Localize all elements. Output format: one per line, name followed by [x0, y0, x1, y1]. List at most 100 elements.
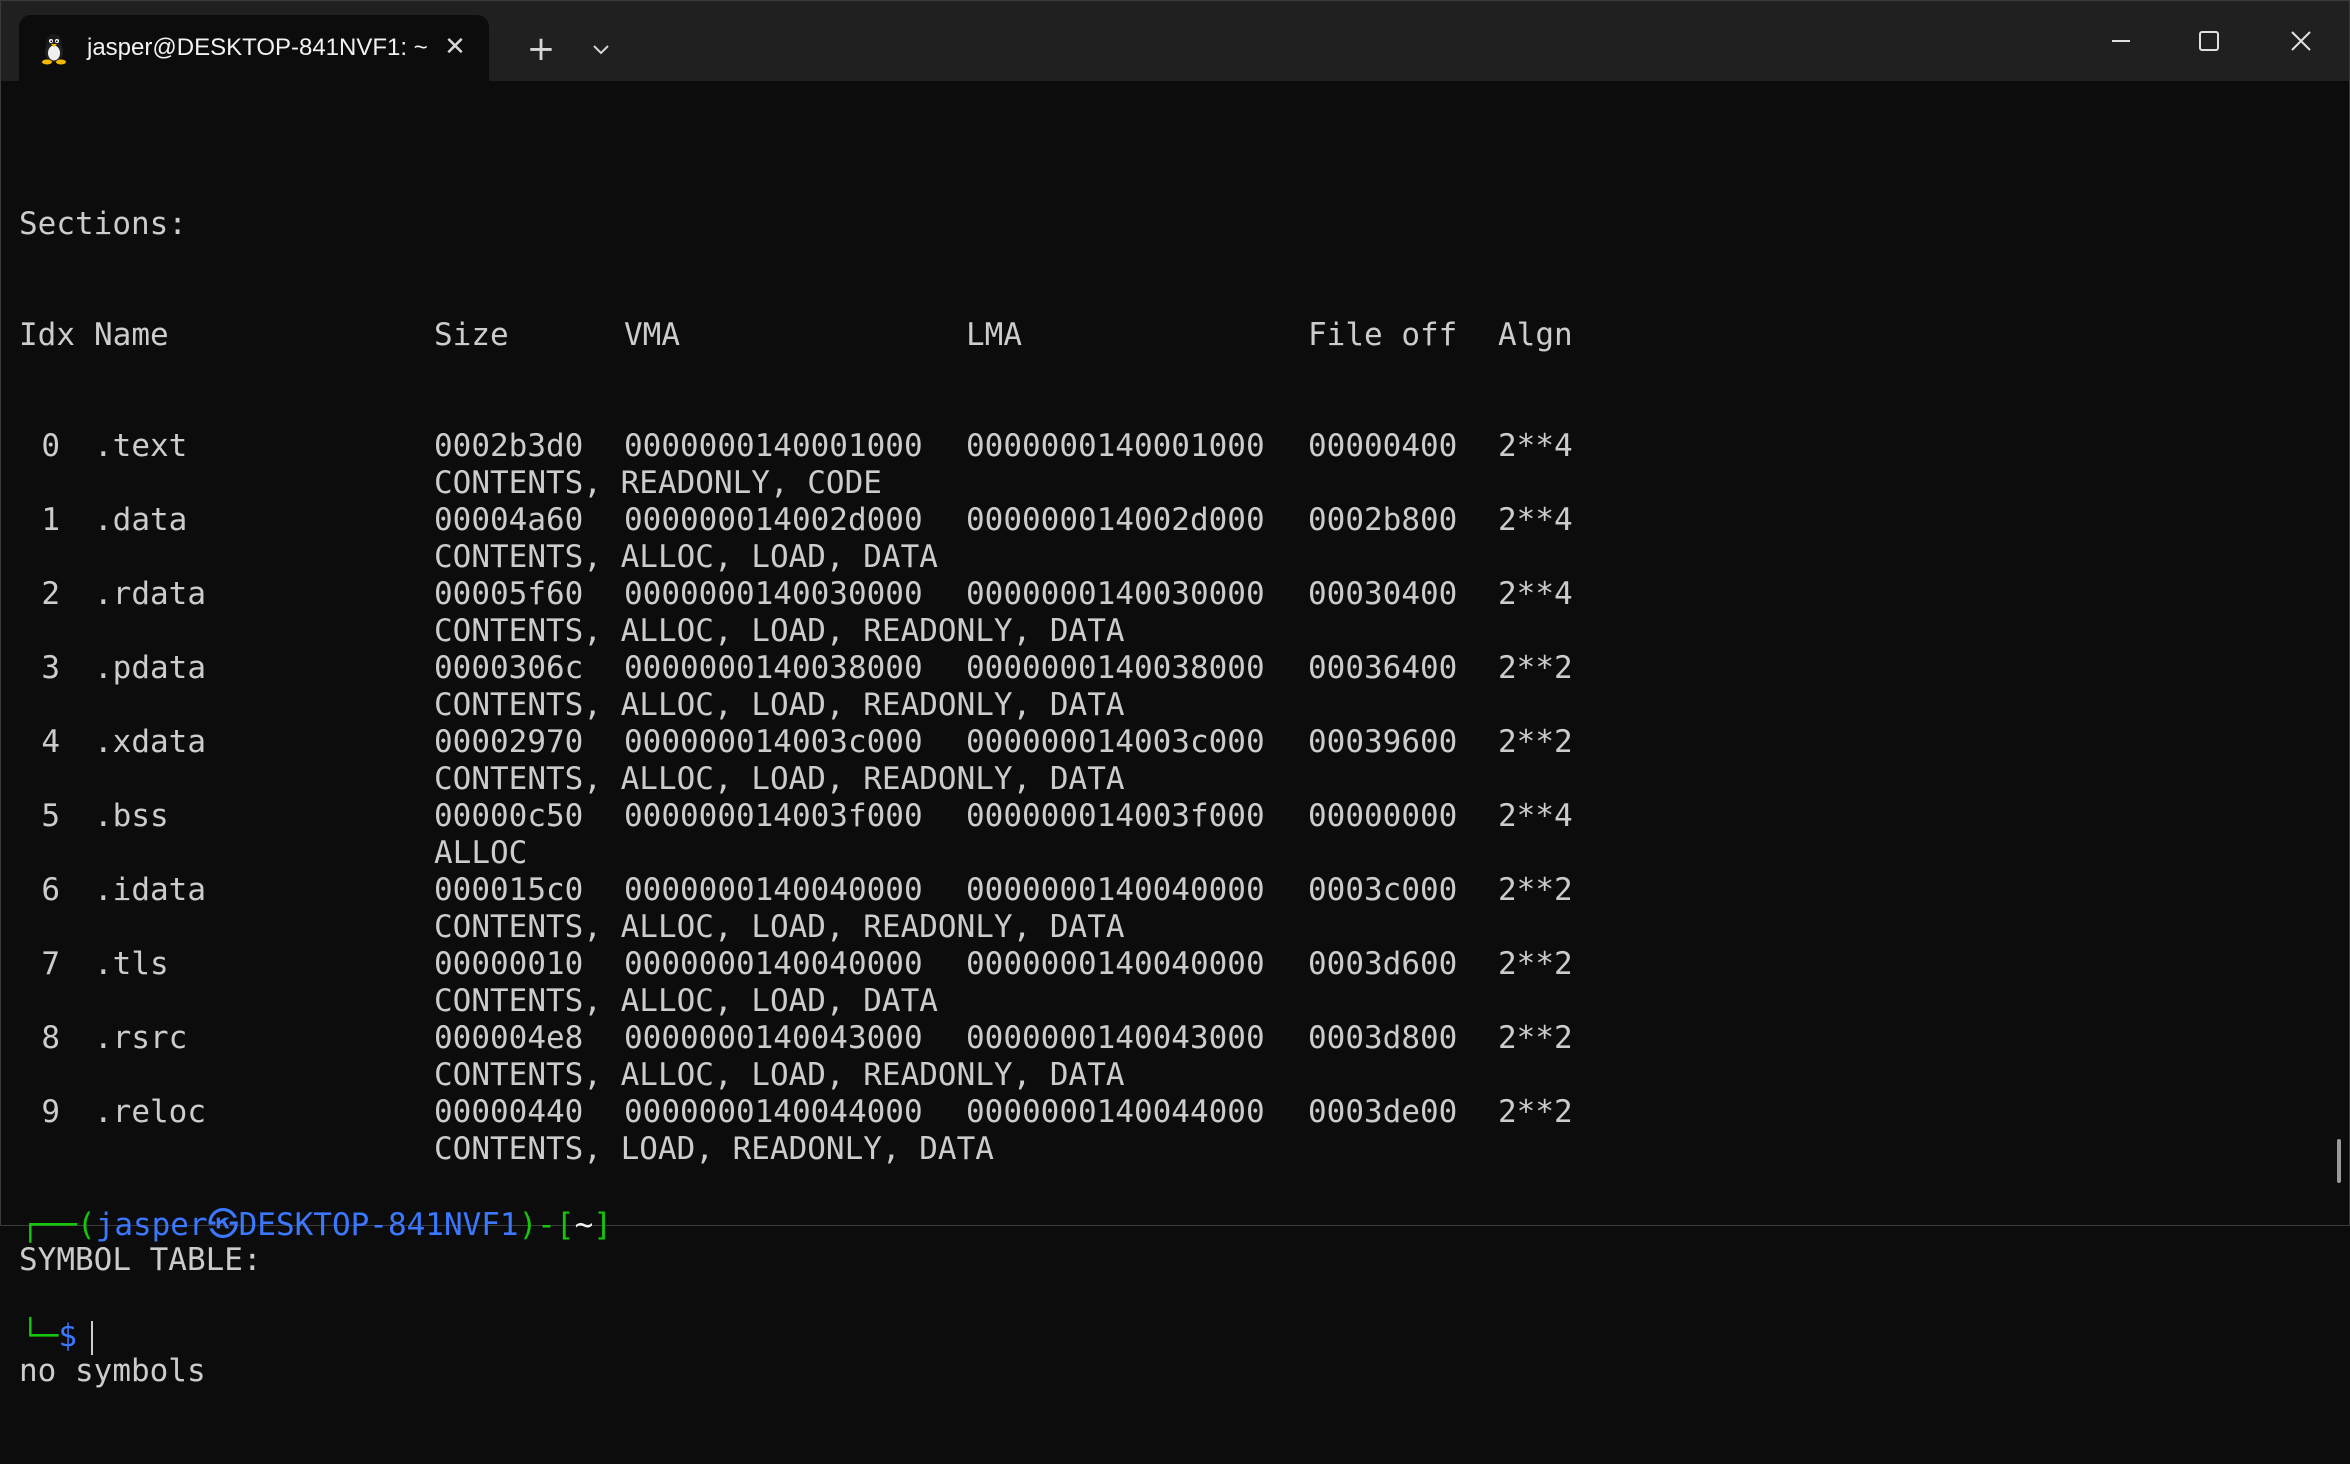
- section-vma: 0000000140038000: [624, 650, 923, 686]
- section-idx: 5: [41, 798, 60, 834]
- prompt-corner-bottom: └─: [21, 1318, 59, 1354]
- title-bar[interactable]: jasper@DESKTOP-841NVF1: ~ ✕ +: [1, 1, 2349, 81]
- new-tab-button[interactable]: +: [519, 27, 563, 71]
- section-size: 000015c0: [434, 872, 584, 908]
- section-row: 4 .xdata 00002970 000000014003c000 000000014…: [19, 724, 2309, 761]
- section-name: .pdata: [94, 650, 206, 686]
- section-idx: 4: [41, 724, 60, 760]
- column-lma: LMA: [966, 317, 1022, 353]
- section-flags-row: CONTENTS, ALLOC, LOAD, READONLY, DATA: [19, 761, 2309, 798]
- section-flags-row: CONTENTS, ALLOC, LOAD, DATA: [19, 539, 2309, 576]
- tab-title: jasper@DESKTOP-841NVF1: ~: [87, 34, 428, 61]
- section-flags-row: CONTENTS, READONLY, CODE: [19, 465, 2309, 502]
- section-row: 1 .data 00004a60 000000014002d000 0000000140…: [19, 502, 2309, 539]
- section-size: 00000010: [434, 946, 584, 982]
- text-cursor: [91, 1320, 93, 1355]
- section-size: 00004a60: [434, 502, 584, 538]
- section-size: 00000440: [434, 1094, 584, 1130]
- section-algn: 2**4: [1498, 428, 1573, 464]
- close-tab-icon[interactable]: ✕: [437, 29, 473, 65]
- section-idx: 9: [41, 1094, 60, 1130]
- prompt-corner-top: ┌──(: [21, 1207, 96, 1243]
- section-file-off: 00000000: [1308, 798, 1458, 834]
- section-flags: CONTENTS, ALLOC, LOAD, READONLY, DATA: [434, 1057, 1125, 1093]
- section-lma: 0000000140040000: [966, 946, 1265, 982]
- section-vma: 000000014003f000: [624, 798, 923, 834]
- section-idx: 3: [41, 650, 60, 686]
- prompt-cwd: ~: [574, 1207, 594, 1243]
- section-algn: 2**2: [1498, 946, 1573, 982]
- section-algn: 2**4: [1498, 798, 1573, 834]
- section-vma: 0000000140043000: [624, 1020, 923, 1056]
- section-vma: 0000000140040000: [624, 946, 923, 982]
- section-lma: 000000014003c000: [966, 724, 1265, 760]
- section-lma: 0000000140043000: [966, 1020, 1265, 1056]
- section-file-off: 00030400: [1308, 576, 1458, 612]
- section-flags-row: CONTENTS, ALLOC, LOAD, READONLY, DATA: [19, 909, 2309, 946]
- column-size: Size: [434, 317, 509, 353]
- column-idx: Idx: [19, 317, 75, 353]
- section-file-off: 00039600: [1308, 724, 1458, 760]
- section-lma: 0000000140001000: [966, 428, 1265, 464]
- section-size: 00002970: [434, 724, 584, 760]
- section-algn: 2**4: [1498, 502, 1573, 538]
- section-algn: 2**4: [1498, 576, 1573, 612]
- section-size: 0000306c: [434, 650, 584, 686]
- section-flags: CONTENTS, ALLOC, LOAD, READONLY, DATA: [434, 909, 1125, 945]
- section-algn: 2**2: [1498, 1094, 1573, 1130]
- section-flags-row: CONTENTS, ALLOC, LOAD, DATA: [19, 983, 2309, 1020]
- section-vma: 0000000140040000: [624, 872, 923, 908]
- terminal-tab[interactable]: jasper@DESKTOP-841NVF1: ~ ✕: [19, 15, 489, 81]
- sections-list: 0 .text 0002b3d0 0000000140001000 0000000140…: [19, 428, 2309, 1168]
- tab-dropdown-button[interactable]: [579, 27, 623, 71]
- section-flags: CONTENTS, ALLOC, LOAD, DATA: [434, 539, 938, 575]
- linux-tux-icon: [42, 34, 66, 65]
- shell-prompt[interactable]: ┌──(jasper㉿DESKTOP-841NVF1)-[~] └─$: [21, 1133, 612, 1429]
- section-lma: 0000000140038000: [966, 650, 1265, 686]
- section-lma: 000000014003f000: [966, 798, 1265, 834]
- section-idx: 6: [41, 872, 60, 908]
- section-row: 0 .text 0002b3d0 0000000140001000 0000000140…: [19, 428, 2309, 465]
- section-name: .tls: [94, 946, 169, 982]
- section-vma: 0000000140030000: [624, 576, 923, 612]
- terminal-window: jasper@DESKTOP-841NVF1: ~ ✕ + Sections: …: [0, 0, 2350, 1389]
- section-idx: 7: [41, 946, 60, 982]
- section-flags: CONTENTS, ALLOC, LOAD, DATA: [434, 983, 938, 1019]
- section-idx: 1: [41, 502, 60, 538]
- section-size: 000004e8: [434, 1020, 584, 1056]
- prompt-line-2: └─$: [21, 1318, 612, 1355]
- prompt-symbol: $: [58, 1318, 77, 1354]
- section-flags-row: CONTENTS, ALLOC, LOAD, READONLY, DATA: [19, 687, 2309, 724]
- section-file-off: 0002b800: [1308, 502, 1458, 538]
- section-name: .rsrc: [94, 1020, 188, 1056]
- maximize-button[interactable]: [2173, 11, 2245, 71]
- section-size: 00005f60: [434, 576, 584, 612]
- section-file-off: 0003d600: [1308, 946, 1458, 982]
- section-size: 00000c50: [434, 798, 584, 834]
- close-window-button[interactable]: [2265, 11, 2337, 71]
- section-name: .reloc: [94, 1094, 206, 1130]
- prompt-host: DESKTOP-841NVF1: [238, 1207, 519, 1243]
- maximize-icon: [2199, 31, 2219, 51]
- section-name: .bss: [94, 798, 169, 834]
- section-name: .data: [94, 502, 188, 538]
- section-flags-row: CONTENTS, ALLOC, LOAD, READONLY, DATA: [19, 1057, 2309, 1094]
- section-vma: 000000014002d000: [624, 502, 923, 538]
- column-file-off: File off: [1308, 317, 1458, 353]
- section-algn: 2**2: [1498, 724, 1573, 760]
- section-row: 3 .pdata 0000306c 0000000140038000 000000014…: [19, 650, 2309, 687]
- prompt-separator: ㉿: [207, 1207, 239, 1243]
- chevron-down-icon: [593, 45, 609, 55]
- section-flags-row: ALLOC: [19, 835, 2309, 872]
- column-header-row: Idx Name Size VMA LMA File off Algn: [19, 317, 2309, 354]
- section-lma: 000000014002d000: [966, 502, 1265, 538]
- section-lma: 0000000140044000: [966, 1094, 1265, 1130]
- section-file-off: 00036400: [1308, 650, 1458, 686]
- prompt-end: ]: [593, 1207, 612, 1243]
- column-name: Name: [94, 317, 169, 353]
- section-flags: CONTENTS, READONLY, CODE: [434, 465, 882, 501]
- section-name: .text: [94, 428, 188, 464]
- scrollbar[interactable]: [2337, 1139, 2341, 1183]
- minimize-button[interactable]: [2085, 11, 2157, 71]
- terminal-output[interactable]: Sections: Idx Name Size VMA LMA File off Algn …: [19, 132, 2309, 1389]
